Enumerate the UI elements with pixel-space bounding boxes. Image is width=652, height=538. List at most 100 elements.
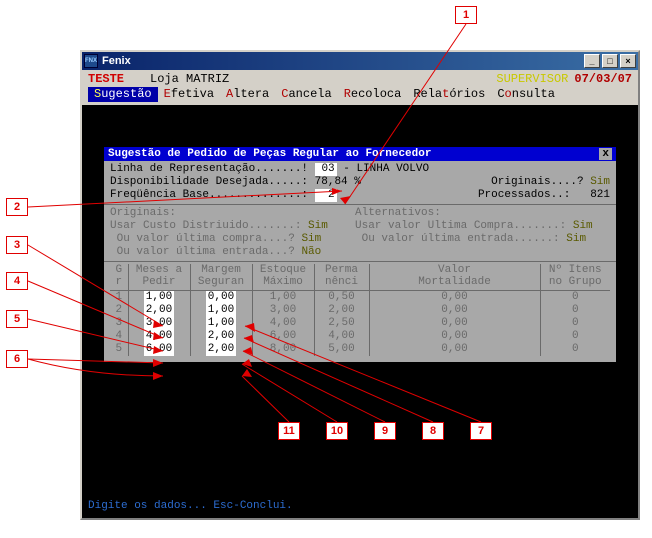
col-valor: ValorMortalidade <box>369 264 540 291</box>
cell-margem[interactable]: 2,00 <box>190 343 252 356</box>
col-meses: Meses aPedir <box>128 264 190 291</box>
proc-label: Processados..: <box>478 189 570 201</box>
cell-estoque: 6,00 <box>252 330 314 343</box>
sec-alternativos: Alternativos: <box>355 207 441 220</box>
cell-gr: 3 <box>110 317 128 330</box>
table-row: 44,002,006,004,000,000 <box>110 330 610 343</box>
menu-relatorios[interactable]: Relatórios <box>407 87 491 102</box>
cell-perma: 2,00 <box>314 304 369 317</box>
col-margem: MargemSeguran <box>190 264 252 291</box>
cell-estoque: 4,00 <box>252 317 314 330</box>
cell-margem[interactable]: 1,00 <box>190 317 252 330</box>
callout-10: 10 <box>326 422 348 440</box>
cell-meses[interactable]: 6,00 <box>128 343 190 356</box>
table-row: 11,000,001,000,500,000 <box>110 291 610 305</box>
window-title: Fenix <box>102 55 131 67</box>
cell-perma: 4,00 <box>314 330 369 343</box>
alt-usar-v: Sim <box>573 220 593 232</box>
alt-entrada-v: Sim <box>566 233 586 245</box>
cell-perma: 0,50 <box>314 291 369 305</box>
originais-label: Originais....? <box>491 176 583 188</box>
cell-valor: 0,00 <box>369 343 540 356</box>
ou-entrada-label: Ou valor última entrada...? <box>117 246 295 258</box>
cell-estoque: 3,00 <box>252 304 314 317</box>
disp-label: Disponibilidade Desejada.....: <box>110 176 308 189</box>
cell-estoque: 8,00 <box>252 343 314 356</box>
ou-entrada-v: Não <box>301 246 321 258</box>
callout-2: 2 <box>6 198 28 216</box>
app-window: FNX Fenix _ □ × TESTE Loja MATRIZ SUPERV… <box>80 50 640 520</box>
usar-custo-v: Sim <box>308 220 328 232</box>
env-label: TESTE <box>88 72 134 87</box>
cell-meses[interactable]: 2,00 <box>128 304 190 317</box>
cell-perma: 2,50 <box>314 317 369 330</box>
callout-7: 7 <box>470 422 492 440</box>
close-button[interactable]: × <box>620 54 636 68</box>
proc-value: 821 <box>590 189 610 201</box>
cell-margem[interactable]: 0,00 <box>190 291 252 305</box>
callout-11: 11 <box>278 422 300 440</box>
table-row: 22,001,003,002,000,000 <box>110 304 610 317</box>
menu-cancela[interactable]: Cancela <box>275 87 337 102</box>
groups-table: Gr Meses aPedir MargemSeguran EstoqueMáx… <box>110 264 610 356</box>
cell-meses[interactable]: 1,00 <box>128 291 190 305</box>
linha-desc: - LINHA VOLVO <box>343 163 429 175</box>
table-row: 56,002,008,005,000,000 <box>110 343 610 356</box>
linha-label: Linha de Representação.......! <box>110 163 308 175</box>
cell-gr: 1 <box>110 291 128 305</box>
cell-margem[interactable]: 1,00 <box>190 304 252 317</box>
cell-valor: 0,00 <box>369 317 540 330</box>
cell-itens: 0 <box>540 304 610 317</box>
cell-perma: 5,00 <box>314 343 369 356</box>
callout-6: 6 <box>6 350 28 368</box>
sec-originais: Originais: <box>110 207 355 220</box>
role-label: SUPERVISOR <box>496 72 574 87</box>
cell-gr: 5 <box>110 343 128 356</box>
ou-compra-v: Sim <box>301 233 321 245</box>
menu-consulta[interactable]: Consulta <box>491 87 561 102</box>
linha-code[interactable]: 03 <box>315 163 337 176</box>
cell-itens: 0 <box>540 317 610 330</box>
freq-value[interactable]: 2 <box>315 189 337 202</box>
usar-custo-label: Usar Custo Distriuido.......: <box>110 220 301 232</box>
col-estoque: EstoqueMáximo <box>252 264 314 291</box>
col-perma: Permanênci <box>314 264 369 291</box>
terminal-area: Sugestão de Pedido de Peças Regular ao F… <box>82 105 638 518</box>
menu-efetiva[interactable]: Efetiva <box>158 87 220 102</box>
cell-valor: 0,00 <box>369 291 540 305</box>
app-icon: FNX <box>84 54 98 68</box>
table-row: 33,001,004,002,500,000 <box>110 317 610 330</box>
panel-title: Sugestão de Pedido de Peças Regular ao F… <box>104 147 616 161</box>
maximize-button[interactable]: □ <box>602 54 618 68</box>
callout-1: 1 <box>455 6 477 24</box>
col-gr: Gr <box>110 264 128 291</box>
menu-altera[interactable]: Altera <box>220 87 275 102</box>
callout-4: 4 <box>6 272 28 290</box>
cell-valor: 0,00 <box>369 330 540 343</box>
callout-8: 8 <box>422 422 444 440</box>
cell-meses[interactable]: 3,00 <box>128 317 190 330</box>
cell-margem[interactable]: 2,00 <box>190 330 252 343</box>
cell-itens: 0 <box>540 330 610 343</box>
menu-recoloca[interactable]: Recoloca <box>338 87 408 102</box>
alt-entrada-label: Ou valor última entrada......: <box>362 233 560 245</box>
cell-meses[interactable]: 4,00 <box>128 330 190 343</box>
cell-itens: 0 <box>540 291 610 305</box>
cell-valor: 0,00 <box>369 304 540 317</box>
cell-estoque: 1,00 <box>252 291 314 305</box>
menu-sugestao[interactable]: Sugestão <box>88 87 158 102</box>
freq-label: Freqüência Base..............: <box>110 189 308 202</box>
ou-compra-label: Ou valor última compra....? <box>117 233 295 245</box>
panel: Sugestão de Pedido de Peças Regular ao F… <box>104 147 616 362</box>
cell-gr: 4 <box>110 330 128 343</box>
minimize-button[interactable]: _ <box>584 54 600 68</box>
cell-itens: 0 <box>540 343 610 356</box>
cell-gr: 2 <box>110 304 128 317</box>
originais-value: Sim <box>590 176 610 188</box>
alt-usar-label: Usar valor Ultima Compra.......: <box>355 220 566 232</box>
panel-close-icon[interactable]: x <box>599 148 612 160</box>
callout-5: 5 <box>6 310 28 328</box>
status-line: Digite os dados... Esc-Conclui. <box>88 500 293 512</box>
date-label: 07/03/07 <box>574 72 632 87</box>
titlebar[interactable]: FNX Fenix _ □ × <box>82 52 638 70</box>
